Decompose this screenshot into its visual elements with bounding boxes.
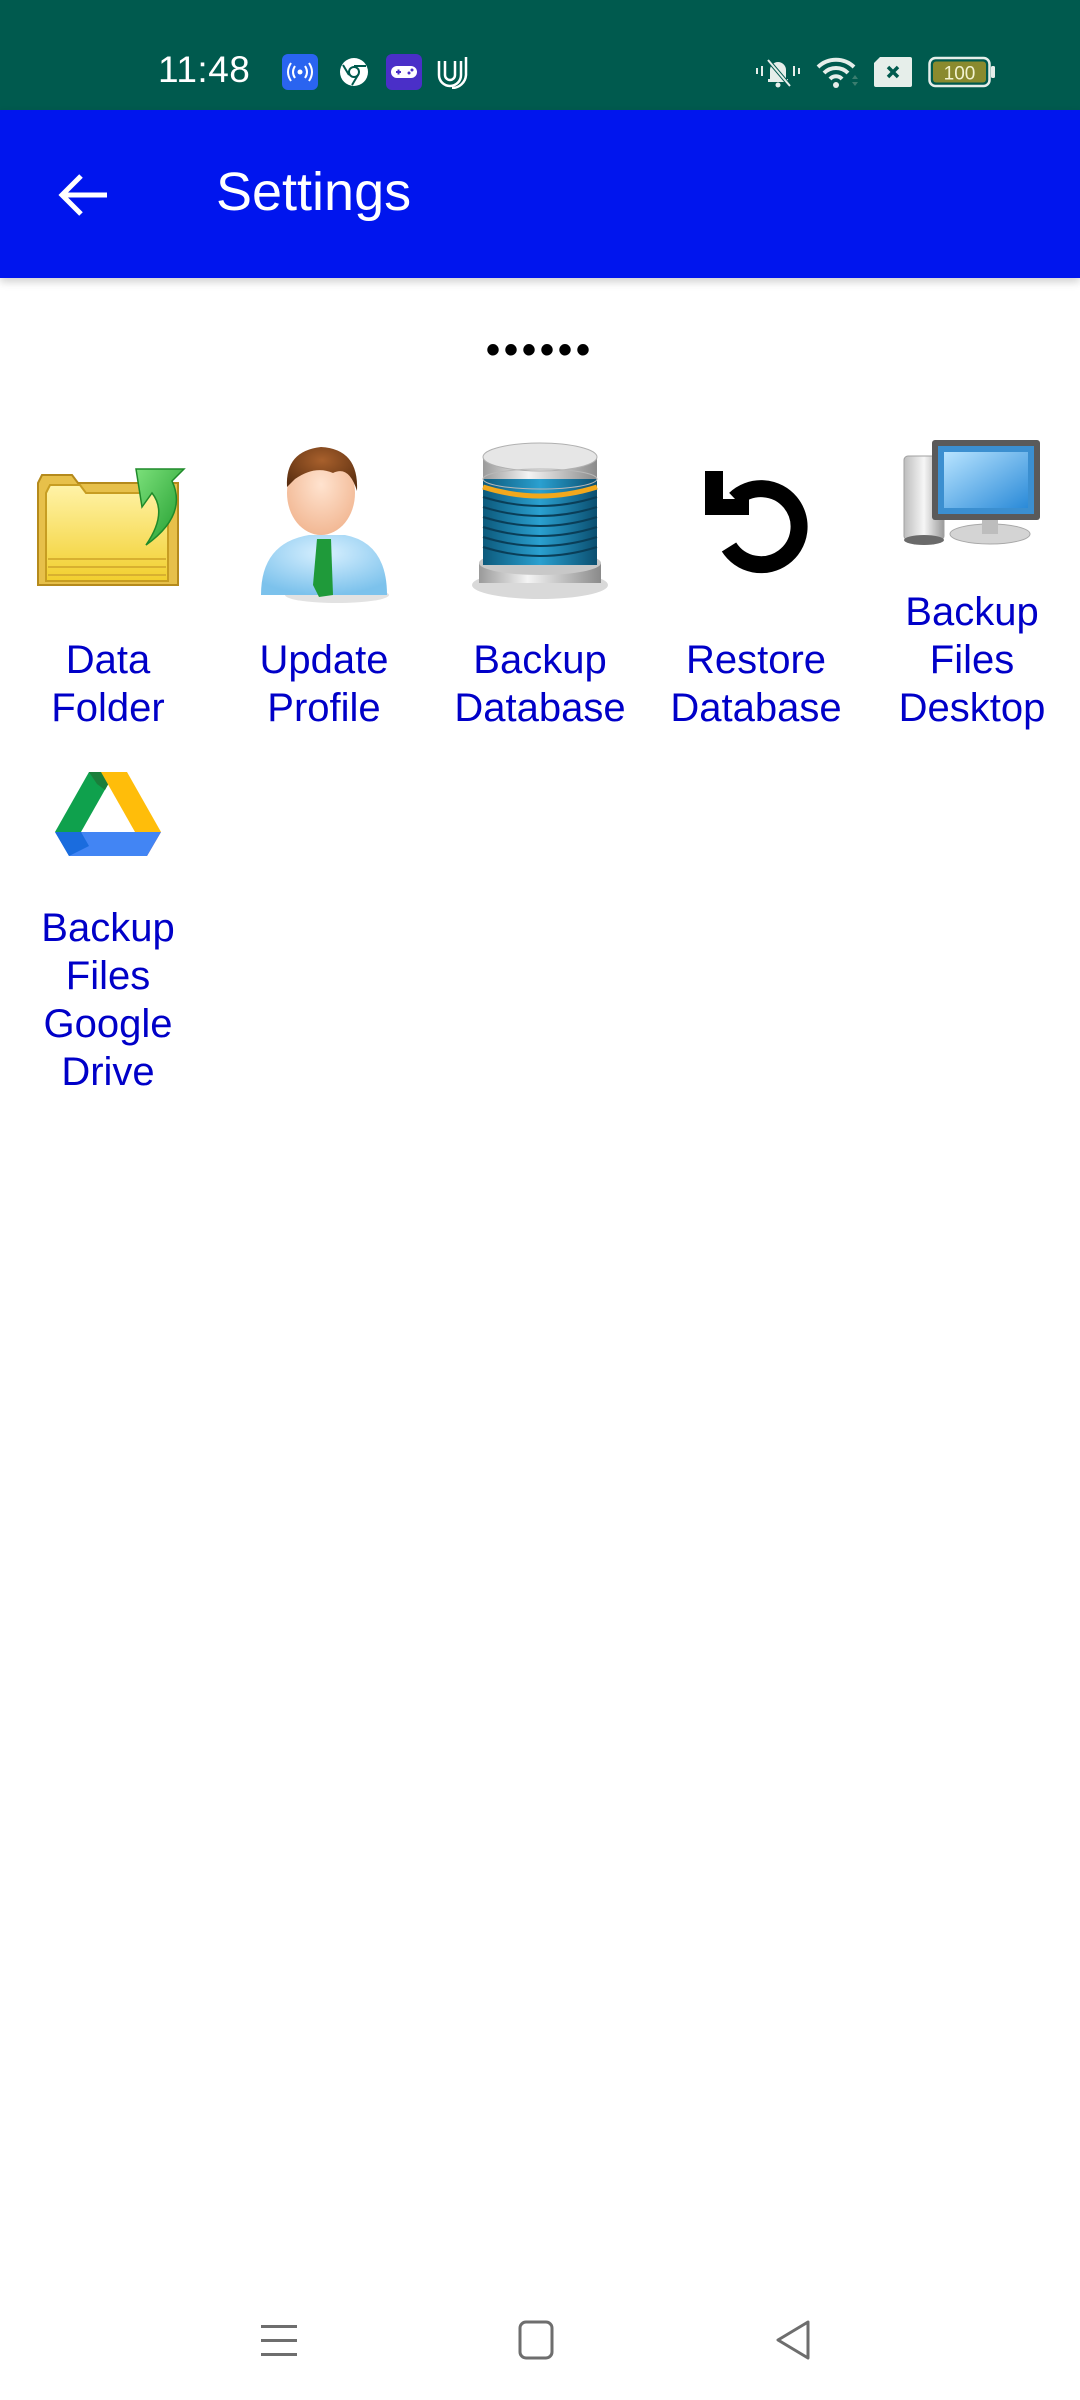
settings-grid: Data Folder Update Profile Backup Databa…	[0, 420, 1080, 1096]
status-bar: 11:48 100	[0, 0, 1080, 110]
nav-back-button[interactable]	[758, 2304, 830, 2376]
chrome-icon	[336, 54, 372, 90]
tile-label: Backup Files Desktop	[898, 590, 1046, 730]
back-button[interactable]	[52, 164, 114, 226]
tile-data-folder[interactable]: Data Folder	[0, 420, 216, 732]
google-drive-icon	[28, 748, 188, 888]
no-sim-icon	[874, 54, 912, 90]
tile-restore-database[interactable]: Restore Database	[648, 420, 864, 732]
app-bar: Settings	[0, 110, 1080, 278]
recents-button[interactable]	[243, 2304, 315, 2376]
back-icon	[776, 2320, 810, 2360]
battery-icon: 100	[928, 54, 996, 90]
recents-icon	[261, 2325, 297, 2356]
tile-label: Backup Database	[454, 638, 626, 730]
restore-icon	[676, 420, 836, 620]
home-icon	[518, 2320, 554, 2360]
tile-update-profile[interactable]: Update Profile	[216, 420, 432, 732]
tile-label: Update Profile	[259, 638, 389, 730]
u-app-icon	[434, 54, 470, 90]
tile-label: Restore Database	[670, 638, 842, 730]
tile-backup-files-desktop[interactable]: Backup Files Desktop	[864, 420, 1080, 732]
tile-label: Data Folder	[51, 638, 165, 730]
folder-arrow-icon	[28, 420, 188, 620]
hotspot-icon	[282, 54, 318, 90]
battery-level: 100	[944, 64, 976, 85]
status-time: 11:48	[158, 49, 251, 90]
database-icon	[460, 420, 620, 620]
system-nav-bar	[0, 2280, 1080, 2400]
tile-backup-database[interactable]: Backup Database	[432, 420, 648, 732]
page-title: Settings	[216, 162, 412, 222]
tile-backup-files-google-drive[interactable]: Backup Files Google Drive	[0, 748, 216, 1096]
user-profile-icon	[244, 420, 404, 620]
home-button[interactable]	[500, 2304, 572, 2376]
tile-label: Backup Files Google Drive	[41, 906, 175, 1094]
vibrate-silent-icon	[754, 54, 802, 90]
desktop-computer-icon	[892, 420, 1052, 572]
page-indicator-dots: ••••••	[485, 328, 595, 372]
arrow-left-icon	[58, 174, 107, 216]
wifi-icon	[816, 54, 860, 90]
game-controller-icon	[386, 54, 422, 90]
